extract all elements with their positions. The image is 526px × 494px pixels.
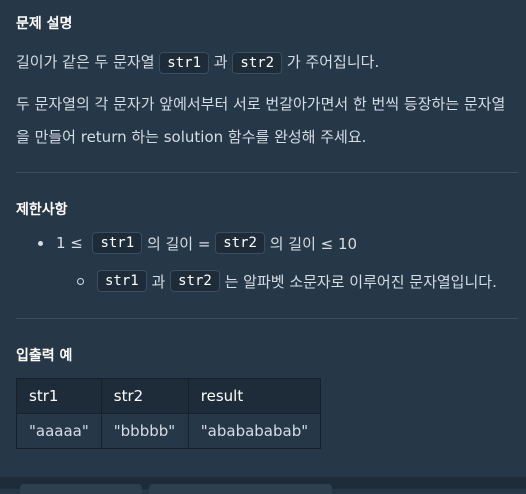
bottom-tab[interactable]	[20, 484, 142, 494]
table-row: "aaaaa" "bbbbb" "ababababab"	[16, 413, 322, 449]
code-str2: str2	[215, 232, 265, 254]
divider	[16, 318, 518, 319]
text: 가 주어집니다.	[286, 53, 380, 71]
table-cell: "aaaaa"	[16, 413, 102, 449]
examples-table: str1 str2 result "aaaaa" "bbbbb" "ababab…	[16, 378, 322, 449]
examples-heading: 입출력 예	[16, 348, 73, 364]
limit-item-1: 1 ≤ str1 의 길이 = str2 의 길이 ≤ 10	[38, 232, 357, 254]
text: 과	[213, 53, 228, 71]
divider	[16, 172, 518, 173]
limit-item-2: str1 과 str2 는 알파벳 소문자로 이루어진 문자열입니다.	[77, 270, 497, 292]
limits-heading: 제한사항	[16, 202, 68, 218]
code-str1: str1	[159, 52, 210, 74]
problem-description-panel: 문제 설명 길이가 같은 두 문자열 str1 과 str2 가 주어집니다. …	[0, 0, 526, 494]
code-str1: str1	[92, 232, 143, 254]
text: 과	[151, 272, 166, 291]
text: 길이가 같은 두 문자열	[16, 53, 155, 71]
table-cell: "bbbbb"	[100, 413, 189, 449]
column-header: str1	[16, 378, 102, 414]
text: 의 길이 =	[146, 234, 211, 253]
text: 의 길이 ≤ 10	[269, 234, 358, 253]
problem-line-1: 길이가 같은 두 문자열 str1 과 str2 가 주어집니다.	[16, 46, 516, 80]
code-str1: str1	[97, 270, 147, 292]
bottom-tab[interactable]	[149, 484, 332, 494]
text: 1 ≤	[56, 234, 83, 252]
problem-line-2: 두 문자열의 각 문자가 앞에서부터 서로 번갈아가면서 한 번씩 등장하는 문…	[16, 95, 506, 146]
problem-heading: 문제 설명	[16, 16, 73, 32]
code-str2: str2	[170, 270, 220, 292]
column-header: str2	[100, 378, 189, 414]
table-header-row: str1 str2 result	[16, 378, 322, 414]
text: 는 알파벳 소문자로 이루어진 문자열입니다.	[224, 272, 497, 291]
bullet-circle-icon	[77, 277, 84, 285]
column-header: result	[187, 378, 322, 414]
code-str2: str2	[232, 52, 283, 74]
table-cell: "ababababab"	[187, 413, 322, 449]
bullet-dot-icon	[38, 240, 43, 246]
